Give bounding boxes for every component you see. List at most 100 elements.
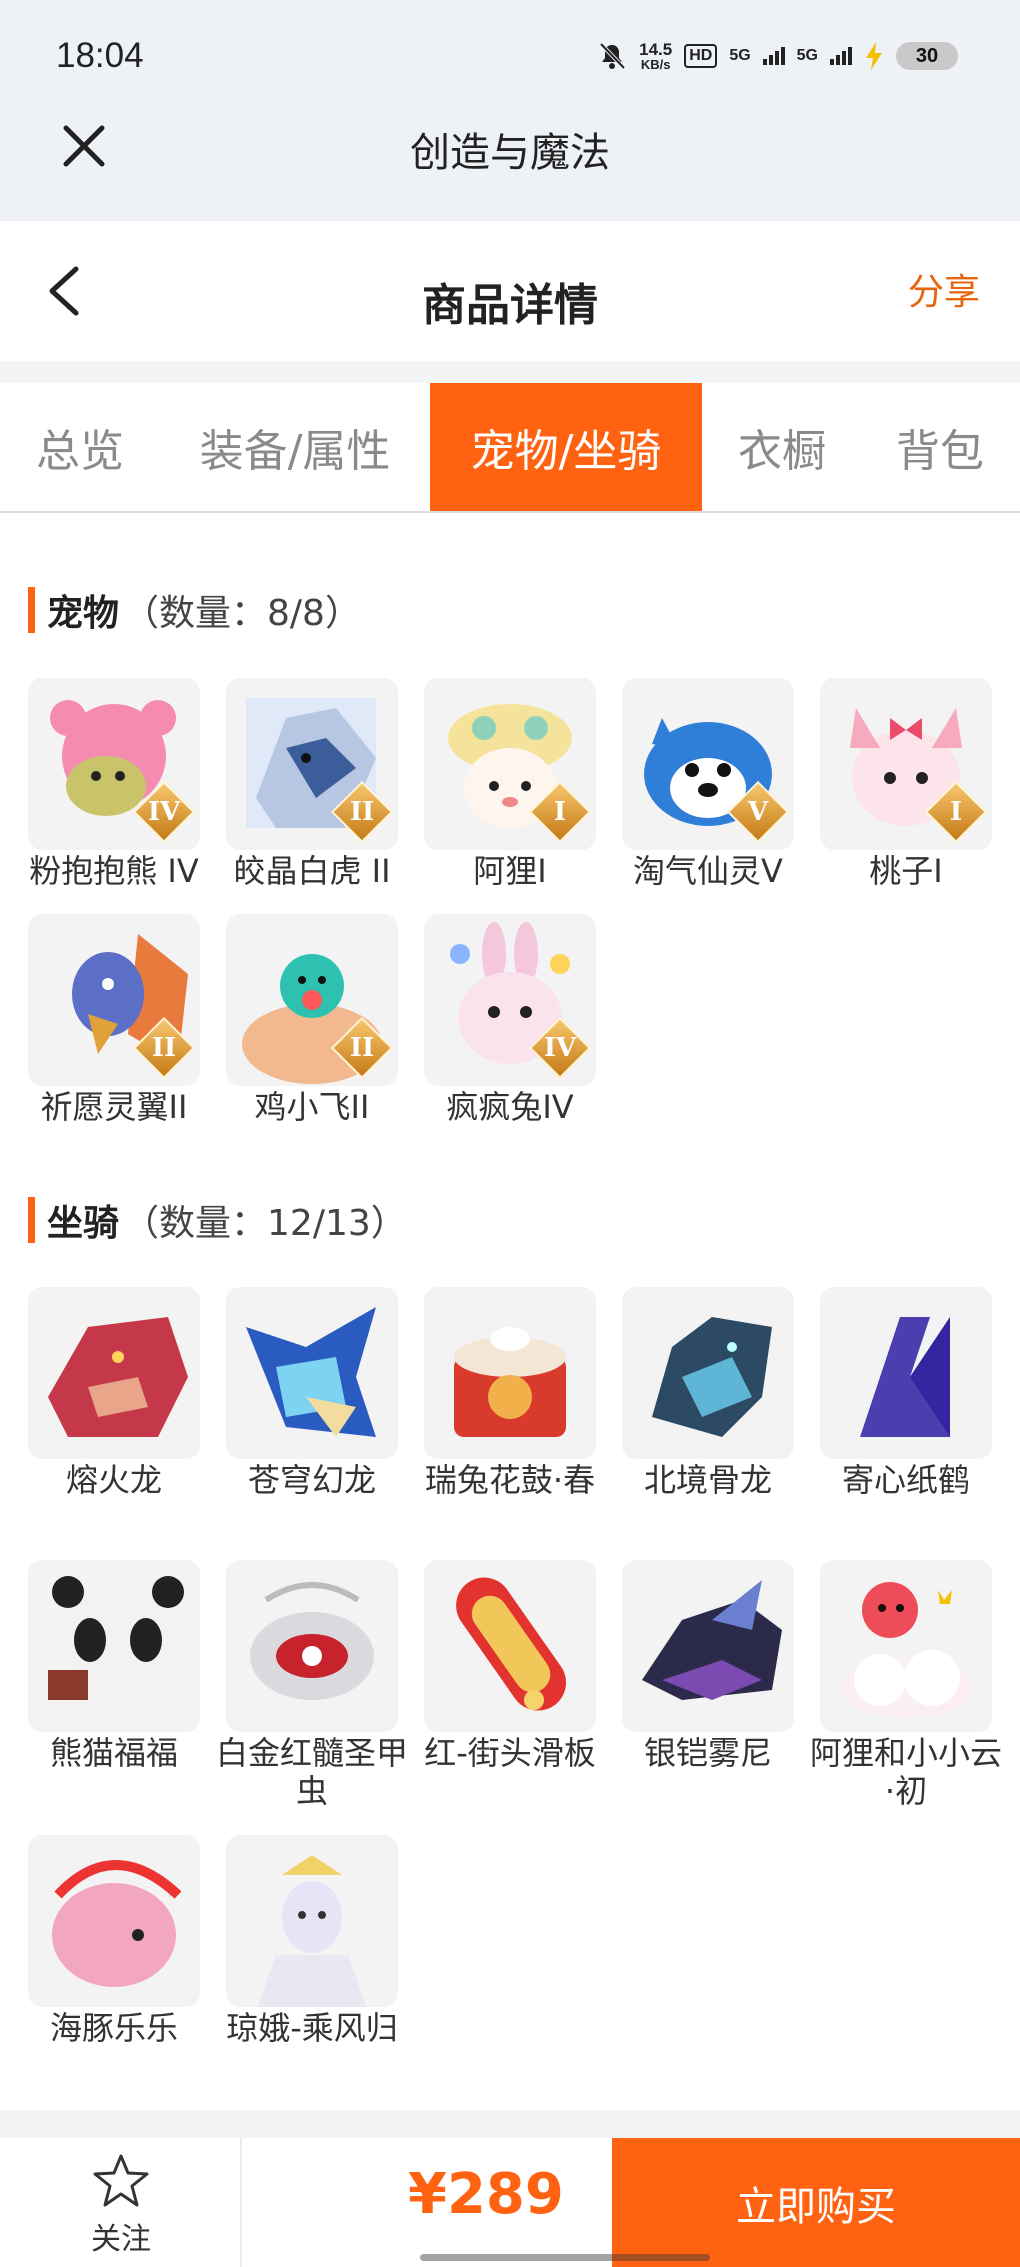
mount-thumbnail — [424, 1560, 596, 1732]
follow-label: 关注 — [91, 2222, 151, 2257]
pet-thumbnail: I — [820, 678, 992, 850]
mounts-count: （数量：12/13） — [123, 1203, 407, 1244]
page-header: 商品详情 分享 — [0, 221, 1020, 361]
net-speed-value: 14.5 — [639, 40, 673, 59]
pet-thumbnail: IV — [424, 914, 596, 1086]
pet-item[interactable]: I 桃子I — [820, 678, 992, 890]
mount-name: 北境骨龙 — [643, 1461, 772, 1499]
page-title: 商品详情 — [422, 280, 598, 331]
pet-thumbnail: I — [424, 678, 596, 850]
mount-name: 熊猫福福 — [49, 1734, 178, 1772]
battery-indicator: 30 — [896, 42, 958, 70]
mount-item[interactable]: 寄心纸鹤 — [820, 1287, 992, 1499]
tier-label: II — [349, 797, 375, 827]
section-marker — [28, 587, 35, 633]
tab-bar: 总览 装备/属性 宠物/坐骑 衣橱 背包 — [0, 383, 1020, 513]
star-icon — [93, 2154, 149, 2207]
section-marker — [28, 1197, 35, 1243]
divider — [0, 361, 1020, 383]
mount-item[interactable]: 琼娥-乘风归 — [226, 1835, 398, 2047]
pets-count: （数量：8/8） — [123, 593, 361, 634]
mount-item[interactable]: 熔火龙 — [28, 1287, 200, 1499]
signal-icon — [762, 47, 785, 65]
pet-name: 阿狸I — [473, 852, 547, 890]
mount-thumbnail — [622, 1287, 794, 1459]
mount-item[interactable]: 苍穹幻龙 — [226, 1287, 398, 1499]
pet-name: 皎晶白虎 II — [233, 852, 391, 890]
mount-name: 琼娥-乘风归 — [226, 2009, 398, 2047]
tier-label: I — [949, 797, 963, 827]
divider — [0, 2110, 1020, 2138]
mount-item[interactable]: 熊猫福福 — [28, 1560, 200, 1772]
mute-bell-icon — [599, 42, 626, 70]
tab-overview[interactable]: 总览 — [0, 383, 160, 511]
signal-icon — [830, 47, 852, 65]
buy-now-button[interactable]: 立即购买 — [612, 2138, 1020, 2267]
tier-label: II — [151, 1033, 177, 1063]
mount-name: 白金红髓圣甲虫 — [215, 1734, 408, 1810]
pet-name: 淘气仙灵V — [633, 852, 783, 890]
pet-name: 疯疯兔IV — [446, 1088, 574, 1126]
tab-equipment[interactable]: 装备/属性 — [180, 383, 410, 511]
bottom-action-bar: 关注 ¥289 立即购买 — [0, 2138, 1020, 2267]
mount-item[interactable]: 北境骨龙 — [622, 1287, 794, 1499]
pet-thumbnail: II — [28, 914, 200, 1086]
mount-item[interactable]: 海豚乐乐 — [28, 1835, 200, 2047]
pet-name: 祈愿灵翼II — [40, 1088, 188, 1126]
pet-name: 粉抱抱熊 IV — [29, 852, 199, 890]
mount-thumbnail — [226, 1560, 398, 1732]
tier-label: II — [349, 1033, 375, 1063]
pet-item[interactable]: II 鸡小飞II — [226, 914, 398, 1126]
mount-name: 苍穹幻龙 — [247, 1461, 376, 1499]
pet-item[interactable]: II 祈愿灵翼II — [28, 914, 200, 1126]
mount-thumbnail — [820, 1287, 992, 1459]
share-button[interactable]: 分享 — [908, 263, 980, 315]
hd-badge: HD — [684, 44, 718, 68]
mount-name: 熔火龙 — [65, 1461, 162, 1499]
tier-label: IV — [147, 797, 181, 827]
tab-backpack[interactable]: 背包 — [870, 383, 1010, 511]
pet-item[interactable]: IV 疯疯兔IV — [424, 914, 596, 1126]
mount-item[interactable]: 银铠雾尼 — [622, 1560, 794, 1772]
pet-item[interactable]: IV 粉抱抱熊 IV — [28, 678, 200, 890]
sim1-type: 5G — [729, 47, 751, 64]
mount-thumbnail — [28, 1560, 200, 1732]
status-time: 18:04 — [56, 36, 144, 75]
pet-thumbnail: V — [622, 678, 794, 850]
mount-thumbnail — [28, 1835, 200, 2007]
pet-thumbnail: IV — [28, 678, 200, 850]
pets-section-title: 宠物 （数量：8/8） — [28, 586, 361, 634]
price: ¥289 — [408, 2162, 564, 2227]
tier-label: V — [747, 797, 769, 827]
app-topbar: 18:04 14.5 KB/s HD 5G 5G 30 创造与魔法 — [0, 0, 1020, 221]
home-indicator — [420, 2254, 710, 2261]
mount-thumbnail — [226, 1835, 398, 2007]
mount-name: 红-街头滑板 — [424, 1734, 596, 1772]
mount-thumbnail — [226, 1287, 398, 1459]
mount-name: 海豚乐乐 — [49, 2009, 178, 2047]
tier-label: IV — [543, 1033, 577, 1063]
pet-item[interactable]: V 淘气仙灵V — [622, 678, 794, 890]
pet-item[interactable]: II 皎晶白虎 II — [226, 678, 398, 890]
charging-bolt-icon — [866, 42, 882, 70]
mount-item[interactable]: 瑞兔花鼓·春 — [424, 1287, 596, 1499]
mounts-section-title: 坐骑 （数量：12/13） — [28, 1196, 407, 1244]
mount-thumbnail — [820, 1560, 992, 1732]
tab-pets-mounts[interactable]: 宠物/坐骑 — [430, 383, 702, 511]
mount-name: 银铠雾尼 — [643, 1734, 772, 1772]
pet-item[interactable]: I 阿狸I — [424, 678, 596, 890]
app-title: 创造与魔法 — [410, 130, 610, 176]
net-speed-unit: KB/s — [640, 57, 671, 72]
mount-item[interactable]: 阿狸和小小云·初 — [810, 1560, 1002, 1810]
mount-name: 瑞兔花鼓·春 — [424, 1461, 596, 1499]
mount-item[interactable]: 红-街头滑板 — [424, 1560, 596, 1772]
tab-wardrobe[interactable]: 衣橱 — [712, 383, 852, 511]
mounts-title: 坐骑 — [47, 1203, 120, 1244]
pet-thumbnail: II — [226, 914, 398, 1086]
mount-thumbnail — [622, 1560, 794, 1732]
mount-name: 寄心纸鹤 — [841, 1461, 970, 1499]
mount-item[interactable]: 白金红髓圣甲虫 — [216, 1560, 408, 1810]
net-speed: 14.5 KB/s — [639, 41, 672, 71]
pet-thumbnail: II — [226, 678, 398, 850]
follow-button[interactable]: 关注 — [0, 2138, 242, 2267]
